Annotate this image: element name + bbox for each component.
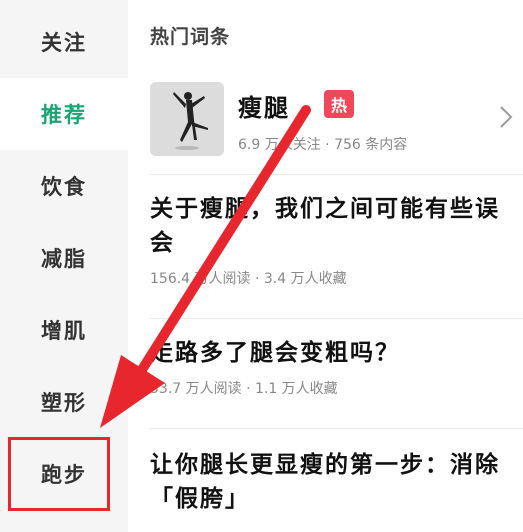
topic-name[interactable]: 瘦腿 bbox=[238, 88, 290, 123]
sidebar-item-recommend[interactable]: 推荐 bbox=[0, 78, 128, 150]
sidebar-item-muscle-gain[interactable]: 增肌 bbox=[0, 294, 128, 366]
dancer-image bbox=[150, 82, 224, 156]
article-item[interactable]: 走路多了腿会变粗吗？ 53.7 万人阅读 · 1.1 万人收藏 bbox=[150, 336, 523, 398]
category-sidebar: 关注 推荐 饮食 减脂 增肌 塑形 跑步 bbox=[0, 0, 128, 532]
hot-badge: 热 bbox=[324, 90, 354, 118]
sidebar-item-running[interactable]: 跑步 bbox=[0, 438, 128, 510]
topic-meta: 6.9 万人关注 · 756 条内容 bbox=[238, 137, 408, 153]
article-meta: 156.4 万人阅读 · 3.4 万人收藏 bbox=[150, 271, 347, 287]
divider bbox=[150, 428, 523, 429]
sidebar-item-fat-loss[interactable]: 减脂 bbox=[0, 222, 128, 294]
article-title[interactable]: 走路多了腿会变粗吗？ bbox=[150, 336, 523, 370]
article-meta: 53.7 万人阅读 · 1.1 万人收藏 bbox=[150, 381, 338, 397]
sidebar-item-body-shaping[interactable]: 塑形 bbox=[0, 366, 128, 438]
chevron-right-icon[interactable] bbox=[493, 102, 519, 132]
hot-topic-card[interactable]: 瘦腿 热 6.9 万人关注 · 756 条内容 bbox=[150, 82, 523, 156]
article-item[interactable]: 让你腿长更显瘦的第一步：消除「假胯」 bbox=[150, 448, 523, 524]
article-title[interactable]: 让你腿长更显瘦的第一步：消除「假胯」 bbox=[150, 448, 523, 516]
section-title: 热门词条 bbox=[150, 26, 231, 48]
topic-thumbnail bbox=[150, 82, 224, 156]
divider bbox=[150, 318, 523, 319]
sidebar-item-diet[interactable]: 饮食 bbox=[0, 150, 128, 222]
main-content: 热门词条 瘦腿 热 6.9 万人关注 · 756 条内容 关于瘦腿，我们之间可能… bbox=[128, 0, 523, 532]
article-item[interactable]: 关于瘦腿，我们之间可能有些误会 156.4 万人阅读 · 3.4 万人收藏 bbox=[150, 192, 523, 288]
sidebar-item-follow[interactable]: 关注 bbox=[0, 6, 128, 78]
divider bbox=[150, 174, 523, 175]
article-title[interactable]: 关于瘦腿，我们之间可能有些误会 bbox=[150, 192, 523, 260]
